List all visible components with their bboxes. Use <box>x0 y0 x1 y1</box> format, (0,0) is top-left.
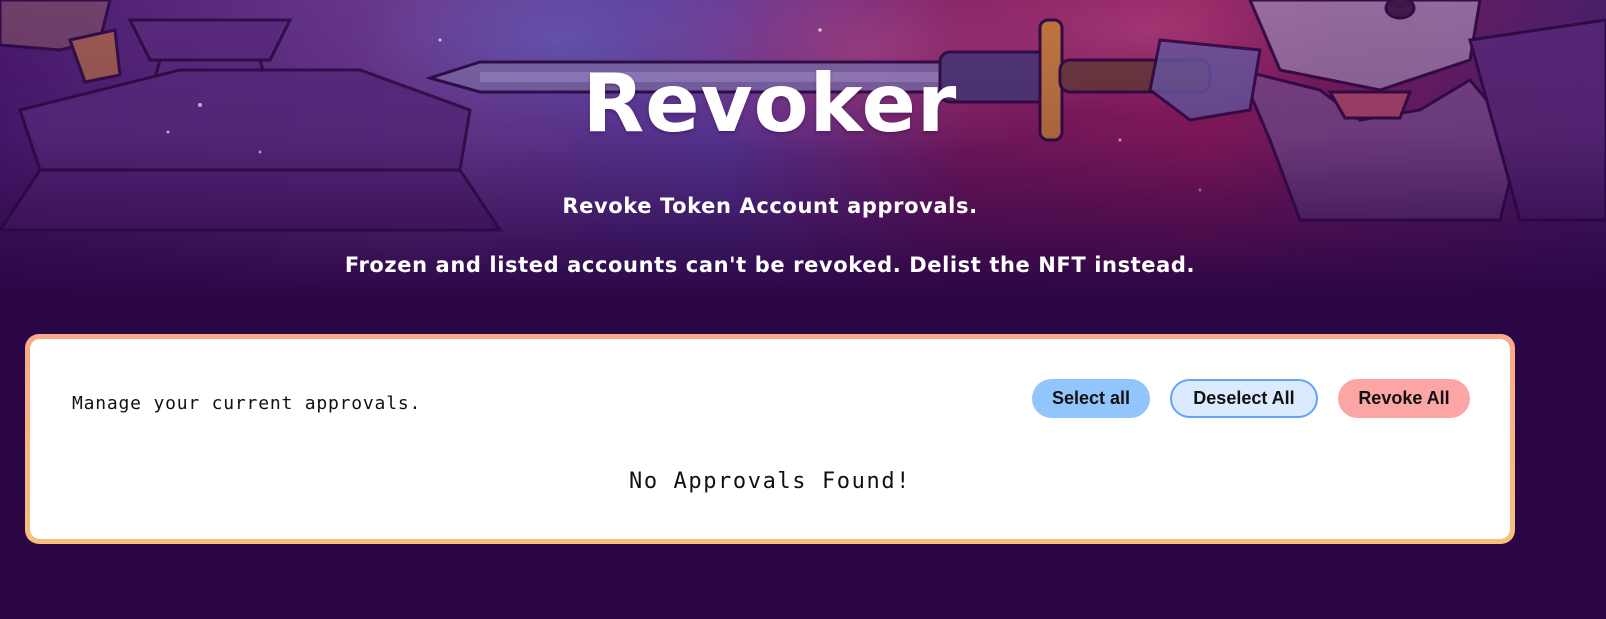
select-all-button[interactable]: Select all <box>1032 379 1150 418</box>
approvals-card-body: Manage your current approvals. Select al… <box>30 339 1510 539</box>
revoke-all-button[interactable]: Revoke All <box>1338 379 1470 418</box>
approvals-card: Manage your current approvals. Select al… <box>25 334 1515 544</box>
approval-actions: Select all Deselect All Revoke All <box>1032 379 1470 418</box>
approvals-heading: Manage your current approvals. <box>72 393 422 414</box>
deselect-all-button[interactable]: Deselect All <box>1170 379 1318 418</box>
page-note: Frozen and listed accounts can't be revo… <box>344 253 1196 277</box>
page-title: Revoker <box>582 57 958 150</box>
empty-state-message: No Approvals Found! <box>628 469 912 494</box>
page-subtitle: Revoke Token Account approvals. <box>562 194 978 218</box>
